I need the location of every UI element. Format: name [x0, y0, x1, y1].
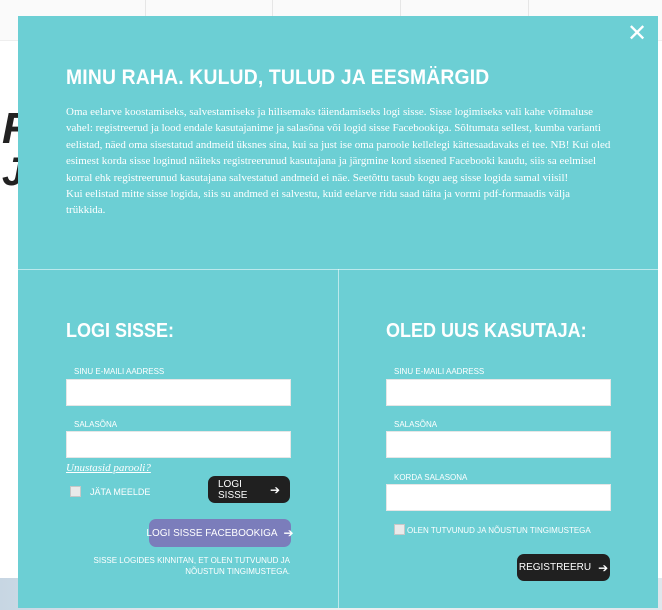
register-email-input[interactable] — [386, 379, 611, 406]
register-email-label: SINU E-MAILI AADRESS — [394, 367, 485, 376]
login-email-input[interactable] — [66, 379, 291, 406]
column-divider — [338, 269, 339, 608]
arrow-right-icon: ➔ — [269, 482, 280, 497]
register-button[interactable]: REGISTREERU ➔ — [517, 554, 610, 581]
register-password-label: SALASÕNA — [394, 420, 438, 429]
intro-paragraph: Kui eelistad mitte sisse logida, siis su… — [66, 188, 571, 217]
intro-text: Oma eelarve koostamiseks, salvestamiseks… — [66, 104, 611, 219]
remember-me-label: JÄTA MEELDE — [90, 487, 151, 497]
login-password-label: SALASÕNA — [74, 420, 118, 429]
register-password-input[interactable] — [386, 431, 611, 458]
forgot-password-link[interactable]: Unustasid parooli? — [66, 462, 151, 474]
facebook-login-label: LOGI SISSE FACEBOOKIGA — [146, 527, 278, 539]
login-terms-note: SISSE LOGIDES KINNITAN, ET OLEN TUTVUNUD… — [93, 556, 290, 576]
arrow-right-icon: ➔ — [283, 526, 294, 540]
login-modal: ✕ MINU RAHA. KULUD, TULUD JA EESMÄRGID O… — [18, 16, 658, 608]
terms-checkbox[interactable] — [394, 524, 405, 535]
register-repeat-password-input[interactable] — [386, 484, 611, 511]
login-password-input[interactable] — [66, 431, 291, 458]
login-button-label: LOGI SISSE — [218, 478, 248, 501]
register-repeat-password-label: KORDA SALASONA — [394, 473, 468, 482]
login-email-label: SINU E-MAILI AADRESS — [74, 367, 165, 376]
remember-me-checkbox[interactable] — [70, 486, 81, 497]
close-icon[interactable]: ✕ — [624, 20, 650, 46]
modal-title: MINU RAHA. KULUD, TULUD JA EESMÄRGID — [66, 66, 490, 89]
intro-paragraph: Oma eelarve koostamiseks, salvestamiseks… — [66, 106, 611, 184]
register-title: OLED UUS KASUTAJA: — [386, 320, 587, 342]
arrow-right-icon: ➔ — [598, 560, 609, 575]
register-button-label: REGISTREERU — [518, 562, 592, 573]
login-button[interactable]: LOGI SISSE ➔ — [208, 476, 290, 503]
login-title: LOGI SISSE: — [66, 320, 175, 342]
facebook-login-button[interactable]: LOGI SISSE FACEBOOKIGA ➔ — [146, 519, 294, 547]
terms-label: OLEN TUTVUNUD JA NÕUSTUN TINGIMUSTEGA — [407, 526, 591, 535]
